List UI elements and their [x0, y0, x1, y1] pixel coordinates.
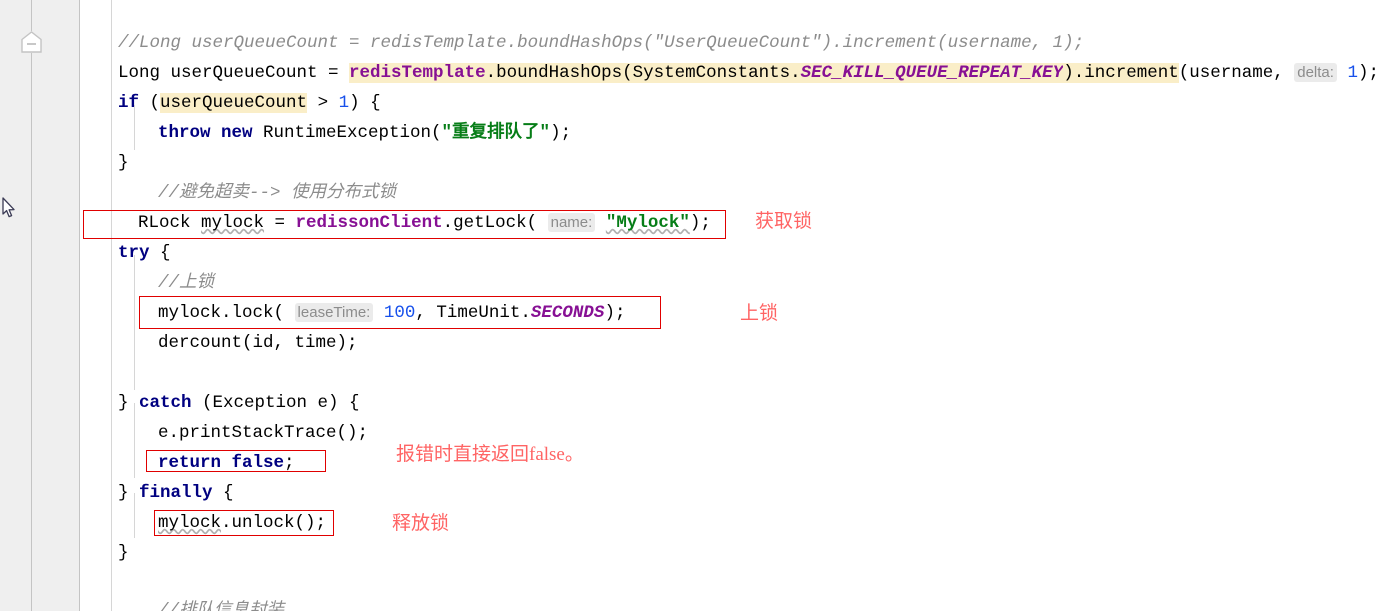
code-line-12[interactable] — [118, 358, 129, 388]
editor-gutter[interactable] — [0, 0, 80, 611]
code-token: SECONDS — [530, 303, 605, 323]
code-token: mylock — [201, 213, 265, 233]
code-line-2[interactable]: Long userQueueCount = redisTemplate.boun… — [118, 58, 1379, 88]
code-token: 1 — [338, 93, 350, 113]
indent-guide-1 — [134, 105, 135, 150]
code-token: ).increment — [1063, 63, 1179, 83]
indent-guide-3 — [134, 403, 135, 478]
code-token: .getLock( — [442, 213, 538, 233]
code-editor[interactable]: //Long userQueueCount = redisTemplate.bo… — [0, 0, 1397, 611]
fold-end-marker-icon[interactable] — [21, 31, 42, 53]
mouse-pointer-icon — [2, 197, 16, 219]
code-token: mylock — [158, 303, 222, 323]
code-token: if — [118, 93, 140, 113]
code-token: } — [118, 393, 140, 413]
code-token: ) { — [349, 93, 381, 113]
code-token: redissonClient — [295, 213, 443, 233]
code-token: 1 — [1347, 63, 1358, 83]
code-token: ); — [1357, 63, 1379, 83]
code-token: ); — [550, 123, 572, 143]
code-token: .unlock(); — [221, 513, 327, 533]
code-line-15[interactable]: return false; — [158, 448, 295, 478]
code-token: finally — [139, 483, 213, 503]
code-line-8[interactable]: try { — [118, 238, 171, 268]
code-token: return false — [158, 453, 285, 473]
code-token: Long userQueueCount = — [118, 63, 350, 83]
indent-guide-4 — [134, 493, 135, 538]
code-token: "重复排队了" — [441, 123, 551, 143]
code-comment: //上锁 — [158, 273, 215, 293]
code-line-11[interactable]: dercount(id, time); — [158, 328, 358, 358]
fold-rail-top — [31, 0, 32, 31]
code-line-1[interactable]: //Long userQueueCount = redisTemplate.bo… — [118, 28, 1084, 58]
code-line-9[interactable]: //上锁 — [158, 268, 214, 298]
code-line-5[interactable]: } — [118, 148, 129, 178]
code-line-14[interactable]: e.printStackTrace(); — [158, 418, 368, 448]
code-token: > — [307, 93, 339, 113]
annotation-release-lock: 释放锁 — [392, 513, 450, 534]
code-token: dercount(id, time); — [158, 333, 358, 353]
code-token: userQueueCount — [160, 93, 308, 113]
code-token: leaseTime: — [294, 303, 374, 322]
annotation-return-false: 报错时直接返回false。 — [396, 444, 584, 465]
code-line-17[interactable]: mylock.unlock(); — [158, 508, 326, 538]
code-line-16[interactable]: } finally { — [118, 478, 234, 508]
code-line-4[interactable]: throw new RuntimeException("重复排队了"); — [158, 118, 571, 148]
code-token: name: — [547, 213, 596, 232]
code-token: "Mylock" — [605, 213, 690, 233]
fold-rail-bottom — [31, 53, 32, 611]
code-token: = — [264, 213, 296, 233]
code-token: } — [118, 153, 129, 173]
code-token: ( — [139, 93, 161, 113]
code-token: throw new — [158, 123, 253, 143]
code-token: { — [212, 483, 234, 503]
code-line-13[interactable]: } catch (Exception e) { — [118, 388, 360, 418]
code-token: .lock( — [221, 303, 285, 323]
code-line-18[interactable]: } — [118, 538, 129, 568]
code-token: RLock — [138, 213, 202, 233]
code-token: (username, — [1178, 63, 1295, 83]
code-token: mylock — [158, 513, 222, 533]
code-comment: //排队信息封装 — [158, 601, 285, 611]
code-line-19[interactable] — [118, 568, 129, 598]
indent-guide-2 — [134, 255, 135, 390]
code-token: catch — [139, 393, 192, 413]
code-line-6[interactable]: //避免超卖--> 使用分布式锁 — [158, 178, 396, 208]
code-token: } — [118, 543, 129, 563]
code-comment: //避免超卖--> 使用分布式锁 — [158, 183, 397, 203]
code-token: .boundHashOps(SystemConstants. — [485, 63, 801, 83]
code-token: { — [149, 243, 171, 263]
code-token: 100 — [383, 303, 416, 323]
code-line-7[interactable]: RLock mylock = redissonClient.getLock( n… — [138, 208, 711, 238]
annotation-strip — [80, 0, 112, 611]
code-token: ; — [284, 453, 295, 473]
code-comment: //Long userQueueCount = redisTemplate.bo… — [118, 33, 1085, 53]
code-token: } — [118, 483, 140, 503]
code-line-10[interactable]: mylock.lock( leaseTime: 100, TimeUnit.SE… — [158, 298, 625, 328]
code-token: RuntimeException( — [252, 123, 442, 143]
code-token: (Exception e) { — [191, 393, 360, 413]
annotation-lock: 上锁 — [740, 303, 779, 324]
code-line-3[interactable]: if (userQueueCount > 1) { — [118, 88, 381, 118]
code-token: redisTemplate — [349, 63, 486, 83]
code-token: delta: — [1294, 63, 1337, 82]
code-token: ); — [689, 213, 711, 233]
code-token: ); — [604, 303, 626, 323]
code-token: SEC_KILL_QUEUE_REPEAT_KEY — [800, 63, 1064, 83]
code-token: e.printStackTrace(); — [158, 423, 369, 443]
annotation-get-lock: 获取锁 — [755, 211, 813, 232]
code-line-20[interactable]: //排队信息封装 — [158, 596, 284, 611]
code-token: , TimeUnit. — [415, 303, 531, 323]
